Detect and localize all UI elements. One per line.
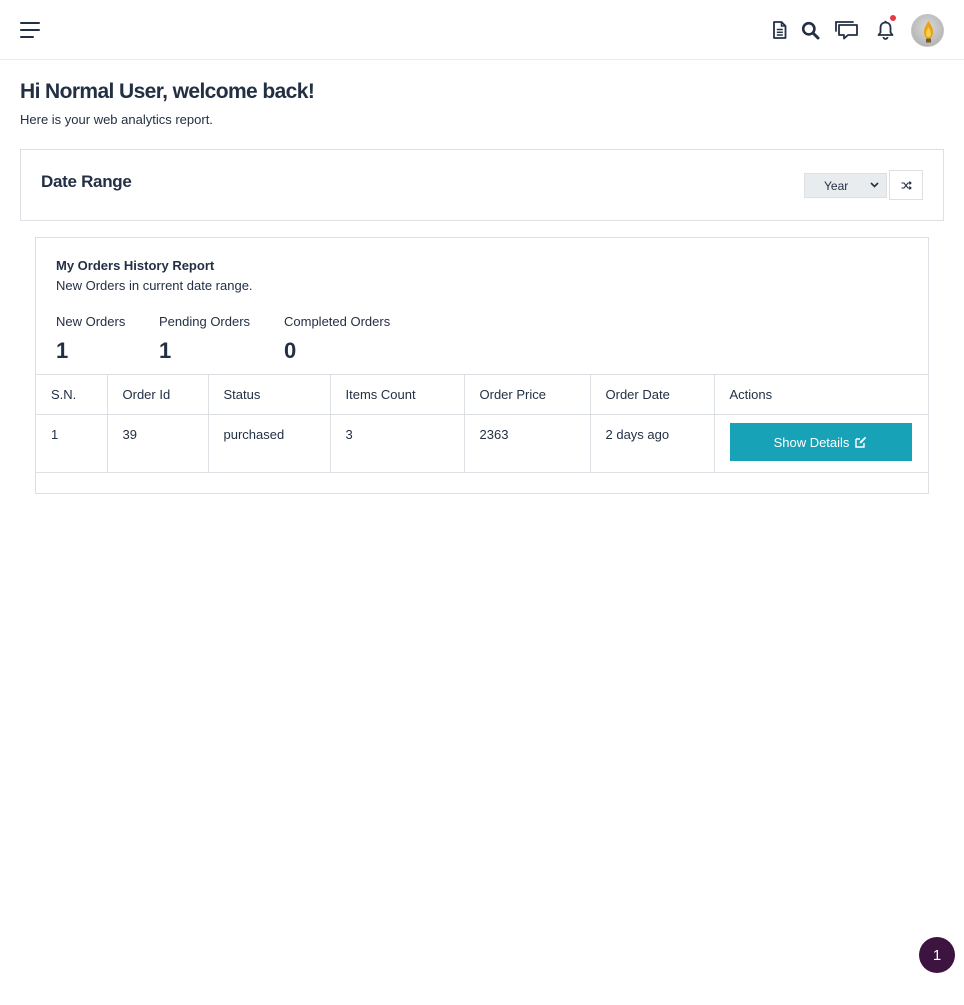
shuffle-icon <box>901 180 912 190</box>
column-header: Items Count <box>329 374 465 415</box>
column-header: S.N. <box>36 374 108 415</box>
date-range-card: Date Range Year <box>20 149 944 221</box>
date-range-title: Date Range <box>41 172 132 191</box>
stat-value: 1 <box>56 338 69 363</box>
cell-order-price: 2363 <box>463 414 591 473</box>
stat-completed-orders: Completed Orders 0 <box>284 314 390 364</box>
orders-history-card: My Orders History Report New Orders in c… <box>35 237 929 494</box>
page-subtitle: Here is your web analytics report. <box>20 112 213 127</box>
orders-table: S.N. Order Id Status Items Count Order P… <box>36 374 928 473</box>
cell-sn: 1 <box>36 414 108 473</box>
cell-items-count: 3 <box>329 414 465 473</box>
column-header: Status <box>207 374 331 415</box>
chevron-down-icon <box>870 182 879 188</box>
menu-icon[interactable] <box>20 22 40 38</box>
column-header: Order Id <box>106 374 209 415</box>
date-range-select[interactable]: Year <box>804 173 887 198</box>
show-details-label: Show Details <box>773 434 850 450</box>
stat-label: Completed Orders <box>284 314 391 329</box>
stat-value: 0 <box>284 338 297 363</box>
date-range-selected: Year <box>824 178 849 193</box>
avatar[interactable] <box>911 14 944 47</box>
table-row: 1 39 purchased 3 2363 2 days ago Show De… <box>36 414 928 473</box>
avatar-flame-icon <box>924 21 933 43</box>
column-header: Order Date <box>589 374 715 415</box>
floating-badge[interactable]: 1 <box>919 937 955 973</box>
column-header: Order Price <box>463 374 591 415</box>
show-details-button[interactable]: Show Details <box>729 423 912 461</box>
page-title: Hi Normal User, welcome back! <box>20 80 315 103</box>
cell-status: purchased <box>207 414 331 473</box>
orders-title: My Orders History Report <box>56 258 215 273</box>
stat-label: Pending Orders <box>159 314 251 329</box>
document-icon[interactable] <box>770 18 788 42</box>
edit-icon <box>855 436 867 448</box>
chat-icon[interactable] <box>833 18 859 42</box>
cell-actions: Show Details <box>713 414 928 473</box>
stat-label: New Orders <box>56 314 126 329</box>
top-navbar <box>0 0 964 60</box>
table-header-row: S.N. Order Id Status Items Count Order P… <box>36 374 928 415</box>
cell-order-id: 39 <box>106 414 209 473</box>
shuffle-button[interactable] <box>889 170 923 200</box>
search-icon[interactable] <box>800 18 820 42</box>
bell-icon[interactable] <box>876 15 896 42</box>
orders-subtitle: New Orders in current date range. <box>56 278 253 293</box>
stat-value: 1 <box>159 338 172 363</box>
stat-pending-orders: Pending Orders 1 <box>159 314 250 364</box>
stat-new-orders: New Orders 1 <box>56 314 125 364</box>
column-header: Actions <box>713 374 928 415</box>
notification-dot <box>890 15 896 21</box>
cell-order-date: 2 days ago <box>589 414 715 473</box>
